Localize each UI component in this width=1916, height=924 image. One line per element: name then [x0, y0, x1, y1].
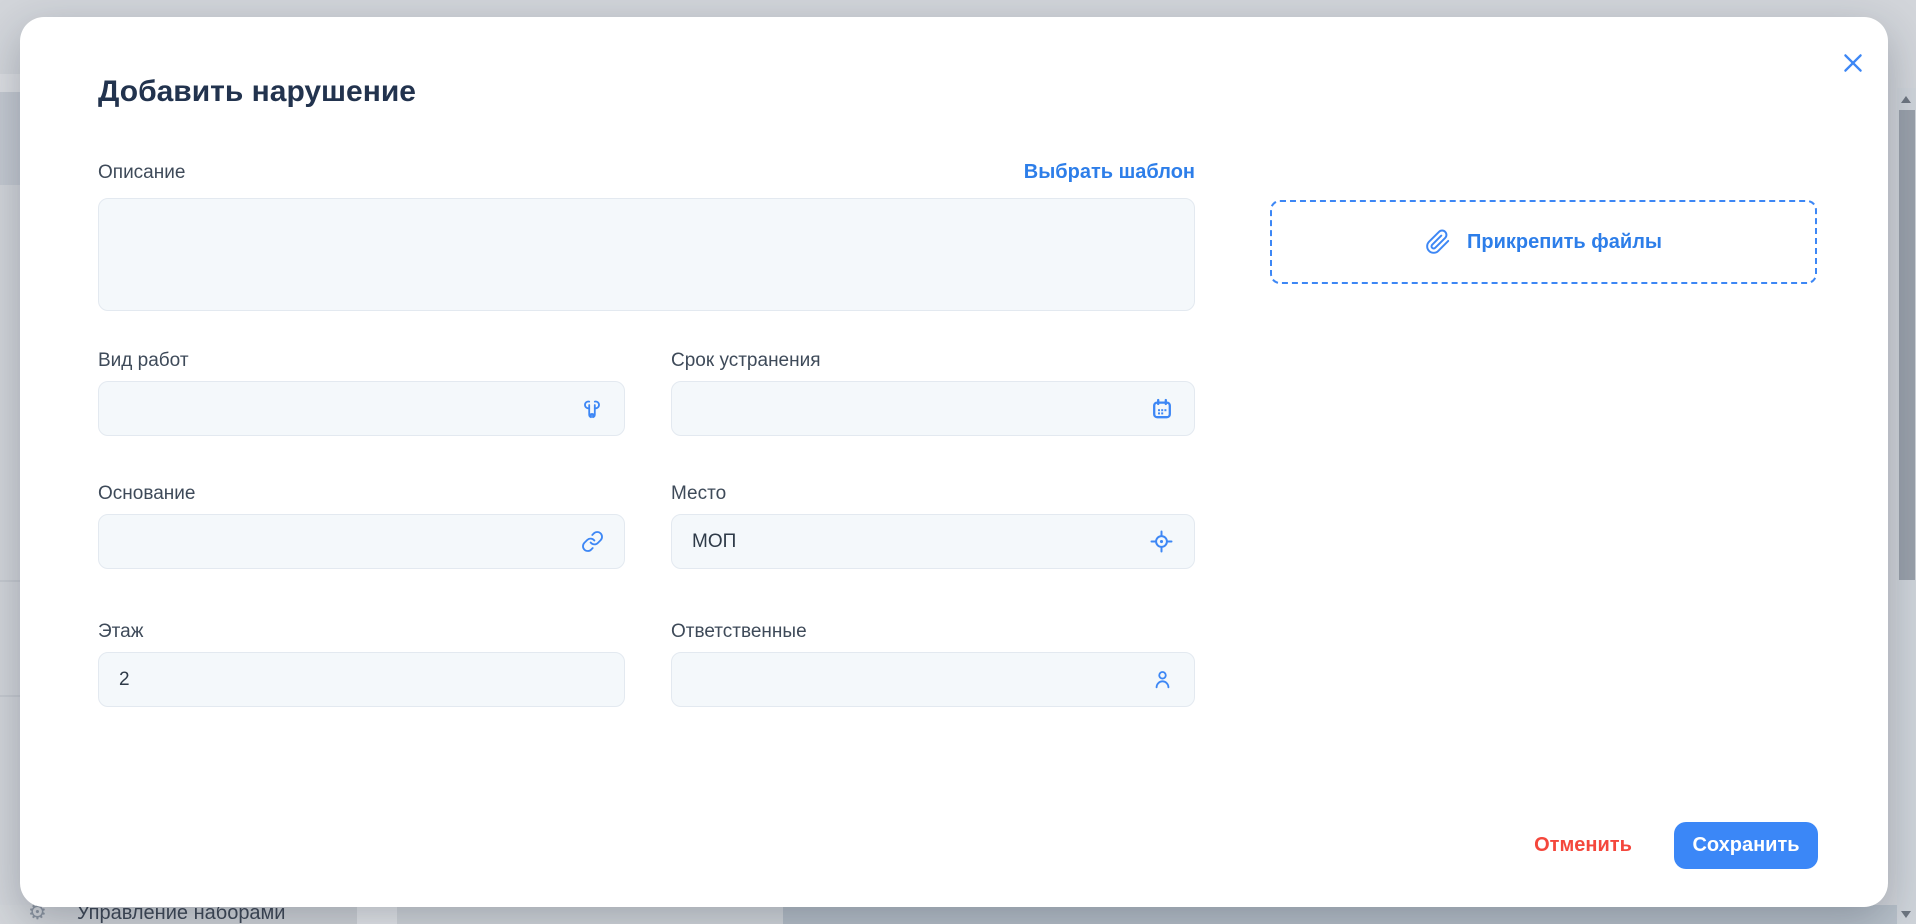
attach-files-button[interactable]: Прикрепить файлы [1270, 200, 1817, 284]
bg-bottom-mid [397, 905, 783, 924]
scrollbar-thumb[interactable] [1899, 110, 1915, 580]
responsible-field[interactable] [671, 652, 1195, 707]
bg-bottom-right [783, 905, 1897, 924]
modal-title: Добавить нарушение [98, 75, 416, 109]
description-textarea[interactable] [98, 198, 1195, 311]
scroll-up-icon[interactable] [1901, 96, 1911, 103]
calendar-icon[interactable] [1150, 397, 1174, 421]
link-icon[interactable] [581, 530, 604, 553]
attach-files-label: Прикрепить файлы [1467, 231, 1662, 254]
description-label: Описание [98, 162, 185, 184]
deadline-field[interactable] [671, 381, 1195, 436]
work-type-field[interactable] [98, 381, 625, 436]
user-icon[interactable] [1151, 668, 1174, 691]
place-label: Место [671, 483, 1195, 505]
screen: ⚙ Управление наборами Добавить нарушение… [0, 0, 1916, 924]
add-violation-modal: Добавить нарушение Описание Выбрать шабл… [20, 17, 1888, 907]
floor-field[interactable]: 2 [98, 652, 625, 707]
save-button[interactable]: Сохранить [1674, 822, 1818, 869]
work-type-label: Вид работ [98, 350, 625, 372]
place-field[interactable]: МОП [671, 514, 1195, 569]
responsible-label: Ответственные [671, 621, 1195, 643]
close-icon [1840, 50, 1866, 76]
scroll-down-icon[interactable] [1901, 911, 1911, 918]
bg-left-strip-seam2 [0, 695, 20, 697]
bg-left-strip-dark [0, 92, 20, 185]
bg-bottom-lightblock [357, 905, 397, 924]
wrench-icon[interactable] [580, 397, 604, 421]
description-header: Описание Выбрать шаблон [98, 161, 1195, 184]
page-scrollbar[interactable] [1897, 88, 1916, 924]
cancel-button[interactable]: Отменить [1520, 830, 1646, 860]
deadline-label: Срок устранения [671, 350, 1195, 372]
basis-label: Основание [98, 483, 625, 505]
floor-label: Этаж [98, 621, 625, 643]
close-button[interactable] [1837, 47, 1869, 79]
basis-field[interactable] [98, 514, 625, 569]
paperclip-icon [1425, 229, 1451, 255]
bg-left-strip-seam1 [0, 580, 20, 582]
choose-template-link[interactable]: Выбрать шаблон [1024, 161, 1195, 184]
locate-icon[interactable] [1149, 529, 1174, 554]
bg-left-strip-light [0, 74, 20, 92]
